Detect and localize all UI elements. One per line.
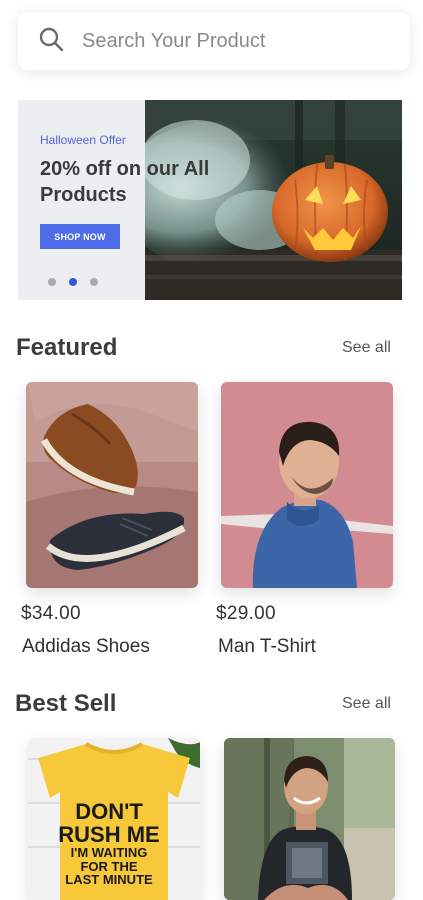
- carousel-dots: [48, 278, 98, 286]
- carousel-dot[interactable]: [48, 278, 56, 286]
- best-sell-title: Best Sell: [15, 690, 117, 717]
- featured-see-all-link[interactable]: See all: [342, 339, 391, 357]
- search-input[interactable]: [82, 29, 382, 53]
- product-price: $34.00: [21, 603, 81, 624]
- promo-banner[interactable]: Halloween Offer 20% off on our All Produ…: [18, 100, 402, 300]
- carousel-dot-active[interactable]: [69, 278, 77, 286]
- best-sell-see-all-link[interactable]: See all: [342, 695, 391, 713]
- featured-title: Featured: [16, 334, 118, 361]
- banner-offer-label: Halloween Offer: [40, 133, 126, 147]
- shop-now-button[interactable]: SHOP NOW: [40, 224, 120, 249]
- product-image-man-tshirt[interactable]: [221, 382, 393, 588]
- product-name[interactable]: Man T-Shirt: [218, 636, 316, 658]
- carousel-dot[interactable]: [90, 278, 98, 286]
- product-image-man-black-tshirt[interactable]: [224, 738, 395, 900]
- search-bar[interactable]: [18, 12, 410, 70]
- product-image-shoes[interactable]: [26, 382, 198, 588]
- search-icon: [38, 26, 64, 57]
- product-name[interactable]: Addidas Shoes: [22, 636, 150, 658]
- tshirt-print-text: DON'T RUSH ME I'M WAITING FOR THE LAST M…: [58, 799, 160, 888]
- banner-headline: 20% off on our All Products: [40, 158, 210, 206]
- product-price: $29.00: [216, 603, 276, 624]
